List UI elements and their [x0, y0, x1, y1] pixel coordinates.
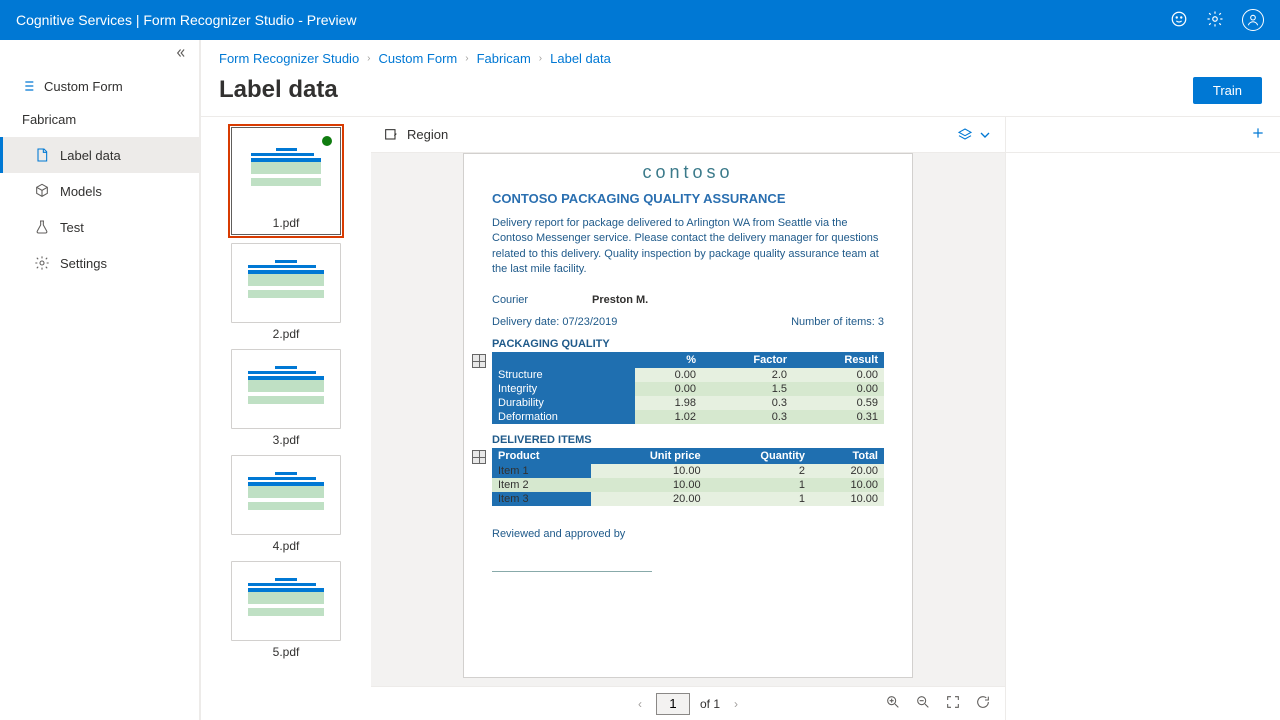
courier-value: Preston M. [592, 294, 648, 306]
page-header: Label data Train [201, 76, 1280, 116]
sidebar-section-label: Custom Form [44, 79, 123, 94]
sidebar-section[interactable]: Custom Form [0, 70, 199, 102]
delivery-date: Delivery date: 07/23/2019 [492, 316, 617, 328]
sidebar-project[interactable]: Fabricam [0, 102, 199, 137]
document-icon [34, 147, 50, 163]
top-header: Cognitive Services | Form Recognizer Stu… [0, 0, 1280, 40]
pq-title: PACKAGING QUALITY [492, 338, 884, 350]
thumbnail-label: 3.pdf [273, 429, 300, 447]
sidebar-item-label: Label data [60, 148, 121, 163]
sidebar-item-label: Settings [60, 256, 107, 271]
breadcrumb-item[interactable]: Label data [550, 51, 611, 66]
page-title: Label data [219, 76, 338, 104]
sidebar-item-label: Test [60, 220, 84, 235]
viewer: Region contoso CONTOSO PACKAGING QUALITY… [371, 117, 1005, 720]
sidebar-item-models[interactable]: Models [0, 173, 199, 209]
zoom-out-icon[interactable] [915, 694, 931, 713]
list-icon [20, 78, 36, 94]
page-of: of 1 [700, 697, 720, 711]
sidebar-collapse[interactable] [0, 46, 199, 70]
breadcrumb-item[interactable]: Custom Form [379, 51, 458, 66]
page-input[interactable] [656, 693, 690, 715]
viewer-footer: ‹ of 1 › [371, 686, 1005, 720]
layers-dropdown[interactable] [957, 127, 993, 143]
doc-description: Delivery report for package delivered to… [492, 216, 884, 278]
rotate-icon[interactable] [975, 694, 991, 713]
thumbnail-item[interactable]: 3.pdf [231, 349, 341, 447]
thumbnail-list[interactable]: 1.pdf 2.pdf 3.pdf 4.pdf 5.pdf [201, 117, 371, 720]
breadcrumb-item[interactable]: Fabricam [477, 51, 531, 66]
document-page: contoso CONTOSO PACKAGING QUALITY ASSURA… [463, 153, 913, 678]
reviewed-by: Reviewed and approved by [492, 528, 884, 540]
thumbnail-label: 4.pdf [273, 535, 300, 553]
cube-icon [34, 183, 50, 199]
labels-pane [1005, 117, 1280, 720]
courier-label: Courier [492, 294, 562, 306]
gear-icon[interactable] [1206, 10, 1224, 31]
region-tool[interactable]: Region [383, 127, 448, 143]
region-label: Region [407, 127, 448, 142]
chevron-right-icon: › [367, 53, 370, 64]
table-icon[interactable] [472, 354, 486, 368]
done-indicator-icon [322, 136, 332, 146]
prev-page[interactable]: ‹ [634, 697, 646, 711]
sidebar-item-label-data[interactable]: Label data [0, 137, 199, 173]
sidebar: Custom Form Fabricam Label data Models T… [0, 40, 200, 720]
layers-icon [957, 127, 973, 143]
sidebar-item-test[interactable]: Test [0, 209, 199, 245]
flask-icon [34, 219, 50, 235]
breadcrumb: Form Recognizer Studio › Custom Form › Fab… [201, 40, 1280, 76]
chevron-right-icon: › [539, 53, 542, 64]
viewer-toolbar: Region [371, 117, 1005, 153]
fit-icon[interactable] [945, 694, 961, 713]
doc-title: CONTOSO PACKAGING QUALITY ASSURANCE [492, 191, 884, 206]
signature-line [492, 540, 652, 572]
breadcrumb-item[interactable]: Form Recognizer Studio [219, 51, 359, 66]
train-button[interactable]: Train [1193, 77, 1262, 104]
app-title: Cognitive Services | Form Recognizer Stu… [16, 12, 357, 28]
thumbnail-label: 1.pdf [273, 212, 300, 230]
thumbnail-item[interactable]: 5.pdf [231, 561, 341, 659]
feedback-icon[interactable] [1170, 10, 1188, 31]
packaging-quality-table: %FactorResultStructure0.002.00.00Integri… [492, 352, 884, 424]
chevron-down-icon [977, 127, 993, 143]
user-icon[interactable] [1242, 9, 1264, 31]
zoom-in-icon[interactable] [885, 694, 901, 713]
header-icons [1170, 9, 1264, 31]
region-icon [383, 127, 399, 143]
thumbnail-item[interactable]: 1.pdf [231, 127, 341, 235]
thumbnail-label: 2.pdf [273, 323, 300, 341]
document-canvas[interactable]: contoso CONTOSO PACKAGING QUALITY ASSURA… [371, 153, 1005, 686]
table-icon[interactable] [472, 450, 486, 464]
doc-brand: contoso [492, 162, 884, 183]
add-label-button[interactable] [1250, 125, 1266, 144]
thumbnail-label: 5.pdf [273, 641, 300, 659]
di-title: DELIVERED ITEMS [492, 434, 884, 446]
delivered-items-table: ProductUnit priceQuantityTotalItem 110.0… [492, 448, 884, 506]
gear-icon [34, 255, 50, 271]
num-items: Number of items: 3 [791, 316, 884, 328]
zoom-tools [885, 694, 991, 713]
next-page[interactable]: › [730, 697, 742, 711]
main: Form Recognizer Studio › Custom Form › Fab… [200, 40, 1280, 720]
thumbnail-item[interactable]: 4.pdf [231, 455, 341, 553]
sidebar-item-settings[interactable]: Settings [0, 245, 199, 281]
chevron-right-icon: › [465, 53, 468, 64]
sidebar-item-label: Models [60, 184, 102, 199]
thumbnail-item[interactable]: 2.pdf [231, 243, 341, 341]
